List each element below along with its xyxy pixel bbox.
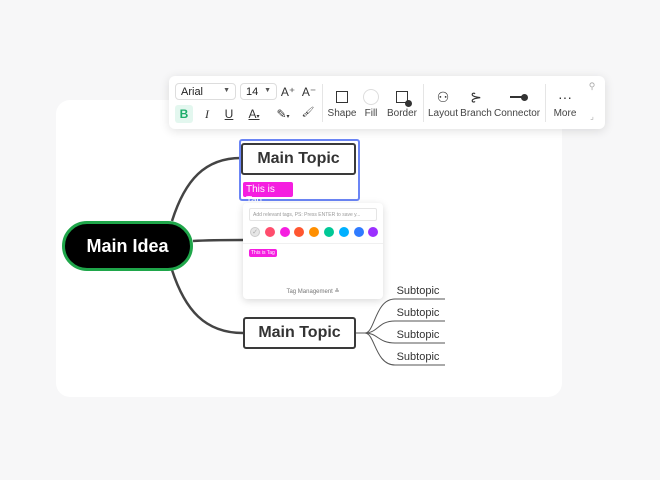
shape-label: Shape [327, 108, 357, 119]
connector-label: Connector [494, 108, 541, 119]
font-size-select[interactable]: 14 ▼ [240, 83, 277, 100]
existing-tag[interactable]: This is Tag [249, 249, 277, 257]
format-painter-button[interactable]: 🖌 [299, 107, 317, 118]
tag-color-option[interactable] [294, 227, 305, 237]
main-idea-node[interactable]: Main Idea [62, 221, 193, 271]
more-dots-icon: ··· [558, 89, 572, 105]
tag-popup: Add relevant tags, PS: Press ENTER to sa… [243, 203, 383, 299]
subtopic-1[interactable]: Subtopic [393, 285, 443, 297]
bold-button[interactable]: B [175, 105, 193, 123]
layout-button[interactable]: ⚇ Layout [428, 86, 459, 120]
highlighter-icon: ✎ [276, 107, 287, 121]
chevron-down-icon: ▼ [264, 87, 271, 94]
italic-button[interactable]: I [198, 107, 216, 122]
border-label: Border [386, 108, 417, 119]
fill-button[interactable]: Fill [359, 86, 383, 119]
subtopic-3[interactable]: Subtopic [393, 329, 443, 341]
tag-color-option[interactable] [353, 227, 364, 237]
tag-color-option[interactable] [338, 227, 349, 237]
divider [322, 84, 323, 122]
connector-icon [494, 86, 540, 108]
increase-font-button[interactable]: A⁺ [279, 85, 297, 99]
branch-label: Branch [460, 108, 492, 119]
decrease-font-button[interactable]: A⁻ [300, 85, 318, 99]
collapse-icon[interactable]: ⌟ [583, 112, 601, 121]
tag-input[interactable]: Add relevant tags, PS: Press ENTER to sa… [249, 208, 377, 221]
size-value: 14 [246, 86, 259, 98]
subtopic-4[interactable]: Subtopic [393, 351, 443, 363]
divider [243, 243, 383, 244]
tag-color-option[interactable] [279, 227, 290, 237]
branch-line-1 [170, 156, 242, 222]
topic-tag[interactable]: This is Tag [243, 182, 293, 206]
topic-label: Main Topic [258, 324, 341, 341]
font-value: Arial [181, 86, 204, 98]
pin-icon[interactable]: ⚲ [583, 81, 601, 92]
more-button[interactable]: ··· More [549, 86, 581, 119]
paint-brush-icon: 🖌 [301, 107, 315, 118]
branch-line-3 [170, 269, 244, 335]
connector-button[interactable]: Connector [494, 86, 540, 119]
chevron-down-icon: ▼ [223, 87, 230, 94]
tag-color-option[interactable] [264, 227, 275, 237]
underline-button[interactable]: U [220, 107, 238, 121]
font-color-button[interactable]: A▾ [243, 107, 265, 121]
circle-icon [359, 86, 383, 108]
fill-label: Fill [364, 108, 378, 119]
subtopic-2[interactable]: Subtopic [393, 307, 443, 319]
font-color-icon: A [248, 107, 257, 121]
tag-color-option[interactable] [309, 227, 320, 237]
tag-color-option[interactable] [324, 227, 334, 237]
main-topic-node-2[interactable]: Main Topic [243, 317, 356, 349]
tag-management-link[interactable]: Tag Management ≚ [243, 288, 383, 295]
shape-button[interactable]: Shape [327, 86, 357, 119]
font-family-select[interactable]: Arial ▼ [175, 83, 236, 100]
square-icon [327, 86, 357, 108]
layout-icon: ⚇ [436, 88, 450, 105]
tag-color-option[interactable] [368, 227, 379, 237]
main-idea-label: Main Idea [86, 235, 169, 256]
border-button[interactable]: Border [385, 86, 419, 119]
more-label: More [553, 108, 577, 119]
branch-button[interactable]: ⊱ Branch [460, 86, 492, 120]
layout-label: Layout [428, 108, 459, 119]
divider [545, 84, 546, 122]
tag-color-default-checked[interactable]: ✓ [250, 227, 260, 237]
border-icon [385, 86, 419, 108]
highlight-button[interactable]: ✎▾ [272, 107, 294, 121]
divider [423, 84, 424, 122]
branch-line-2 [192, 238, 244, 243]
branch-icon: ⊱ [470, 88, 482, 105]
format-toolbar: Arial ▼ 14 ▼ A⁺ A⁻ B I U A▾ ✎▾ 🖌 Shape Fil… [169, 76, 605, 129]
